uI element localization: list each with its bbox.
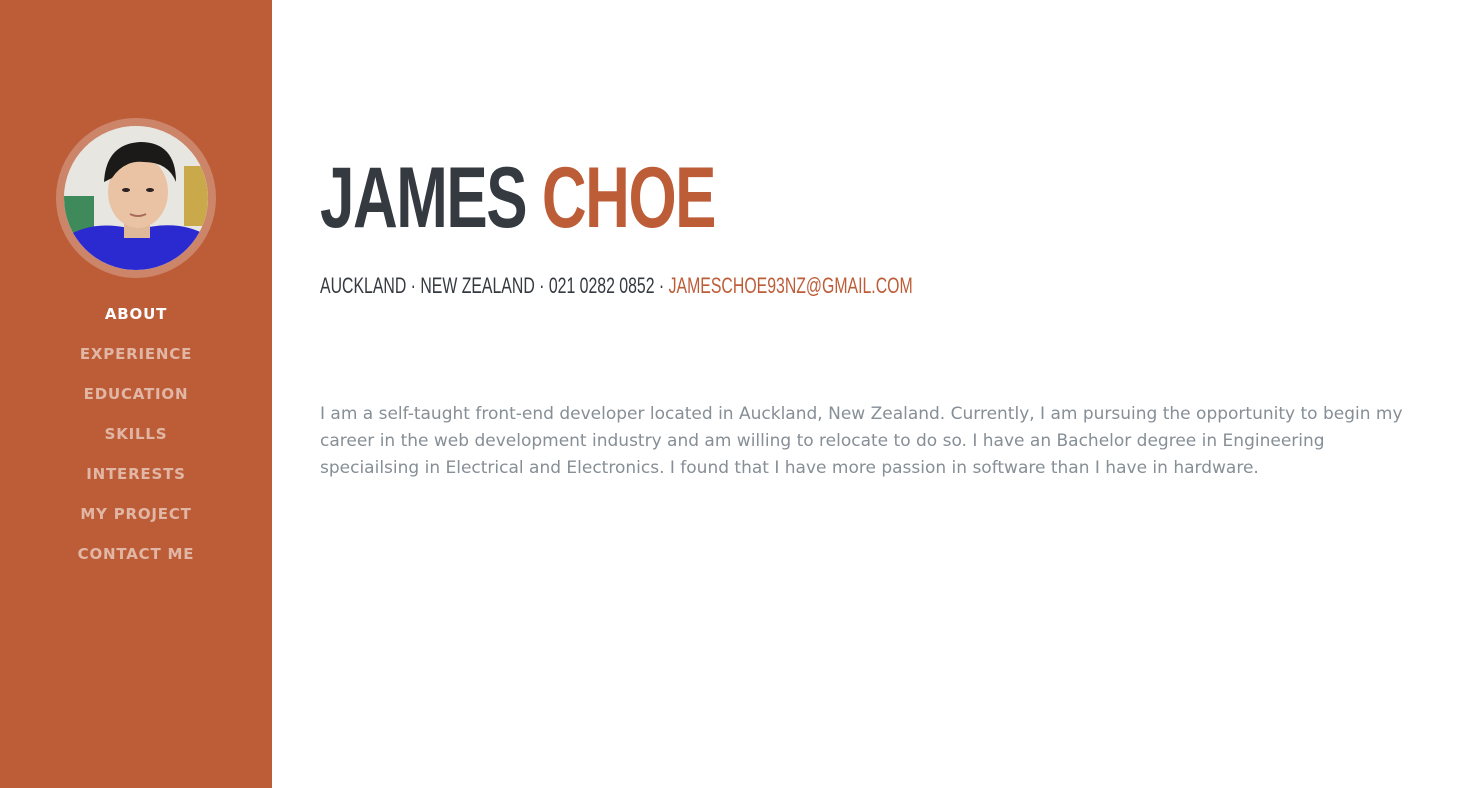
sidebar-item-contact-me: CONTACT ME bbox=[0, 536, 272, 576]
profile-photo-image bbox=[64, 126, 208, 270]
nav-link-education[interactable]: EDUCATION bbox=[84, 385, 189, 403]
nav-link-about[interactable]: ABOUT bbox=[105, 305, 167, 323]
avatar[interactable] bbox=[56, 118, 216, 278]
nav-link-skills[interactable]: SKILLS bbox=[105, 425, 168, 443]
sidebar-item-my-project: MY PROJECT bbox=[0, 496, 272, 536]
sidebar-item-education: EDUCATION bbox=[0, 376, 272, 416]
nav-link-interests[interactable]: INTERESTS bbox=[86, 465, 185, 483]
location-phone: AUCKLAND · NEW ZEALAND · 021 0282 0852 · bbox=[320, 273, 665, 298]
nav-link-my-project[interactable]: MY PROJECT bbox=[80, 505, 191, 523]
email-link[interactable]: JAMESCHOE93NZ@GMAIL.COM bbox=[669, 273, 913, 298]
nav-link-contact-me[interactable]: CONTACT ME bbox=[78, 545, 195, 563]
sidebar-item-skills: SKILLS bbox=[0, 416, 272, 456]
bio-paragraph: I am a self-taught front-end developer l… bbox=[320, 404, 1403, 478]
contact-info: AUCKLAND · NEW ZEALAND · 021 0282 0852 ·… bbox=[320, 272, 913, 300]
profile-photo bbox=[64, 126, 208, 270]
sidebar-menu: ABOUT EXPERIENCE EDUCATION SKILLS INTERE… bbox=[0, 296, 272, 576]
sidebar-nav: ABOUT EXPERIENCE EDUCATION SKILLS INTERE… bbox=[0, 0, 272, 788]
first-name: JAMES bbox=[320, 150, 528, 246]
sidebar-item-interests: INTERESTS bbox=[0, 456, 272, 496]
sidebar-item-experience: EXPERIENCE bbox=[0, 336, 272, 376]
nav-link-experience[interactable]: EXPERIENCE bbox=[80, 345, 192, 363]
last-name: CHOE bbox=[541, 150, 717, 246]
sidebar-item-about: ABOUT bbox=[0, 296, 272, 336]
page-title: JAMES CHOE bbox=[320, 150, 717, 246]
